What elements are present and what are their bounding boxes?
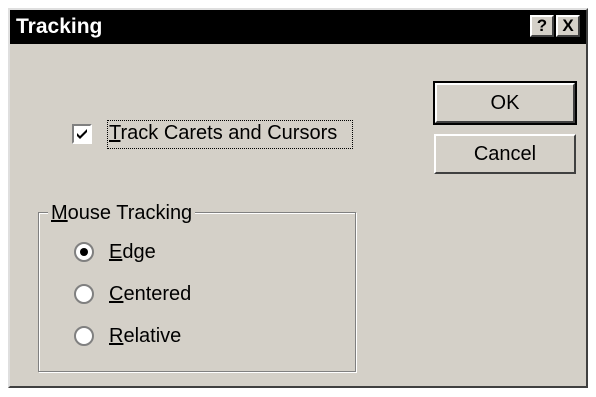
- cancel-button[interactable]: Cancel: [434, 134, 576, 174]
- radio-edge-label[interactable]: Edge: [109, 241, 156, 264]
- cancel-button-label: Cancel: [473, 143, 537, 165]
- radio-relative-label[interactable]: Relative: [109, 325, 181, 348]
- radio-edge-label-mnemonic: E: [109, 241, 123, 263]
- help-icon: ?: [536, 16, 548, 35]
- track-carets-label-rest: rack Carets and Cursors: [120, 122, 338, 144]
- checkmark-icon: [77, 129, 87, 139]
- radio-centered-label-rest: entered: [123, 283, 192, 305]
- radio-dot-icon: [80, 248, 88, 256]
- track-carets-label-mnemonic: T: [109, 122, 121, 144]
- radio-centered[interactable]: [73, 283, 95, 305]
- mouse-tracking-group-label: Mouse Tracking: [48, 202, 196, 225]
- ok-button-label: OK: [490, 92, 520, 114]
- window-title: Tracking: [16, 15, 103, 38]
- radio-centered-label[interactable]: Centered: [109, 283, 191, 306]
- mouse-tracking-group-label-mnemonic: M: [51, 202, 68, 224]
- track-carets-checkbox[interactable]: [72, 124, 92, 144]
- radio-edge[interactable]: [73, 241, 95, 263]
- title-bar[interactable]: Tracking ? X: [10, 10, 586, 44]
- help-button[interactable]: ?: [530, 15, 554, 37]
- radio-relative-label-mnemonic: R: [109, 325, 124, 347]
- mouse-tracking-group-label-rest: ouse Tracking: [67, 202, 193, 224]
- radio-edge-label-rest: dge: [122, 241, 156, 263]
- track-carets-label[interactable]: Track Carets and Cursors: [109, 122, 337, 145]
- ok-button[interactable]: OK: [433, 81, 577, 125]
- tracking-dialog: Tracking ? X OK Cancel Track Carets and …: [8, 8, 588, 388]
- radio-relative-label-rest: elative: [123, 325, 182, 347]
- close-icon: X: [562, 16, 574, 35]
- close-button[interactable]: X: [556, 15, 580, 37]
- radio-relative[interactable]: [73, 325, 95, 347]
- radio-centered-label-mnemonic: C: [109, 283, 124, 305]
